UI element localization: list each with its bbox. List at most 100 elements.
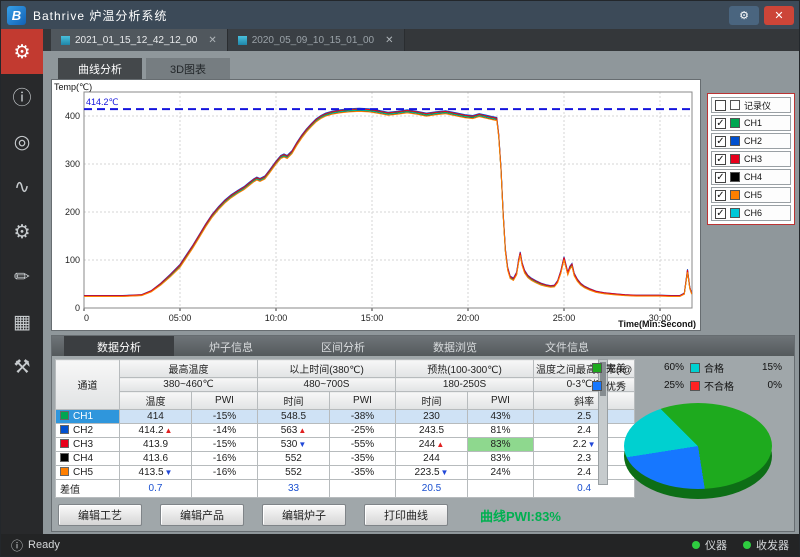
- view-tab-curve-analysis[interactable]: 曲线分析: [58, 58, 142, 80]
- legend-item-CH1[interactable]: ✓CH1: [711, 115, 791, 131]
- channel-color-swatch: [60, 453, 69, 462]
- col-group-range: 380~460℃: [120, 378, 258, 392]
- svg-text:0: 0: [84, 313, 89, 323]
- arrow-down-icon: ▼: [441, 468, 449, 477]
- status-item-label: 收发器: [756, 537, 789, 553]
- value-cell: -14%: [192, 424, 258, 438]
- sidebar-item-chip-icon[interactable]: ▦: [1, 299, 43, 344]
- curve-pwi-label: 曲线PWI:83%: [480, 506, 561, 525]
- button-编辑产品[interactable]: 编辑产品: [160, 504, 244, 526]
- checkbox-icon[interactable]: ✓: [715, 154, 726, 165]
- file-tab[interactable]: 2020_05_09_10_15_01_00✕: [228, 29, 405, 51]
- channel-cell: CH3: [56, 438, 120, 452]
- value-cell: -38%: [330, 410, 396, 424]
- titlebar-close-button[interactable]: ✕: [764, 6, 794, 25]
- svg-text:Temp(℃): Temp(℃): [54, 82, 92, 92]
- analysis-tab[interactable]: 区间分析: [288, 336, 398, 356]
- channel-color-swatch: [60, 425, 69, 434]
- legend-item-CH6[interactable]: ✓ CH6: [711, 205, 791, 221]
- curve-file-icon: [61, 36, 70, 45]
- col-header: 时间: [396, 392, 468, 410]
- table-row[interactable]: CH3413.9-15%530▼-55%244▲83%2.2▼: [56, 438, 635, 452]
- checkbox-icon[interactable]: ✓: [715, 190, 726, 201]
- analysis-tab[interactable]: 文件信息: [512, 336, 622, 356]
- col-group-title: 以上时间(380℃): [258, 360, 396, 378]
- edit-icon: ✏: [14, 266, 30, 288]
- wireless-icon: ◎: [14, 131, 31, 153]
- status-ok-icon: [743, 541, 751, 549]
- table-row[interactable]: CH1414-15%548.5-38%23043%2.5: [56, 410, 635, 424]
- titlebar-settings-button[interactable]: ⚙: [729, 6, 759, 25]
- sidebar-item-edit-icon[interactable]: ✏: [1, 254, 43, 299]
- channel-color-swatch: [60, 411, 69, 420]
- sidebar-item-wireless-icon[interactable]: ◎: [1, 119, 43, 164]
- svg-text:300: 300: [65, 159, 80, 169]
- sidebar-item-settings-icon[interactable]: ⚙: [1, 209, 43, 254]
- value-cell: 223.5▼: [396, 466, 468, 480]
- legend-item-记录仪[interactable]: 记录仪: [711, 97, 791, 113]
- checkbox-icon[interactable]: ✓: [715, 136, 726, 147]
- analysis-tab[interactable]: 数据浏览: [400, 336, 510, 356]
- pie-legend-item-合格: 合格15%: [690, 360, 782, 375]
- checkbox-icon[interactable]: [715, 100, 726, 111]
- sidebar-item-info-icon[interactable]: ⓘ: [1, 74, 43, 119]
- legend-item-CH3[interactable]: ✓CH3: [711, 151, 791, 167]
- pwi-summary: 完美60%合格15%优秀25%不合格0%: [578, 360, 792, 499]
- value-cell: -25%: [330, 424, 396, 438]
- sidebar-item-furnace-settings-icon[interactable]: ⚙: [1, 29, 43, 74]
- channel-color-swatch: [60, 467, 69, 476]
- pie-color-swatch: [592, 381, 602, 391]
- file-tab[interactable]: 2021_01_15_12_42_12_00✕: [51, 29, 228, 51]
- checkbox-icon[interactable]: ✓: [715, 118, 726, 129]
- pie-legend-label: 完美: [606, 360, 626, 375]
- legend-item-CH5[interactable]: ✓CH5: [711, 187, 791, 203]
- value-cell: 230: [396, 410, 468, 424]
- col-header: PWI: [192, 392, 258, 410]
- sidebar-item-tools-icon[interactable]: ⚒: [1, 344, 43, 389]
- pie-legend-item-完美: 完美60%: [592, 360, 684, 375]
- col-group-title: 最高温度: [120, 360, 258, 378]
- tools-icon: ⚒: [13, 356, 30, 378]
- pie-legend-value: 0%: [768, 380, 782, 391]
- table-row[interactable]: 差值0.73320.50.4: [56, 480, 635, 498]
- table-row[interactable]: CH4413.6-16%552-35%24483%2.3: [56, 452, 635, 466]
- value-cell: 413.9: [120, 438, 192, 452]
- value-cell: 81%: [468, 424, 534, 438]
- pwi-pie-chart: [624, 403, 772, 499]
- app-logo-icon: B: [7, 6, 26, 25]
- channel-color-swatch: [730, 100, 740, 110]
- channel-color-swatch: [730, 172, 740, 182]
- bottom-panel: 数据分析炉子信息区间分析数据浏览文件信息 通道最高温度以上时间(380℃)预热(…: [51, 335, 795, 532]
- button-打印曲线[interactable]: 打印曲线: [364, 504, 448, 526]
- pie-legend-label: 不合格: [704, 378, 734, 393]
- value-cell: 563▲: [258, 424, 330, 438]
- channel-color-swatch: [730, 118, 740, 128]
- pie-legend-label: 合格: [704, 360, 724, 375]
- value-cell: [468, 480, 534, 498]
- analysis-tab[interactable]: 数据分析: [64, 336, 174, 356]
- legend-item-CH2[interactable]: ✓ CH2: [711, 133, 791, 149]
- checkbox-icon[interactable]: ✓: [715, 172, 726, 183]
- table-row[interactable]: CH2414.2▲-14%563▲-25%243.581%2.4: [56, 424, 635, 438]
- value-cell: 24%: [468, 466, 534, 480]
- channel-color-swatch: [730, 154, 740, 164]
- sidebar-item-curve-icon[interactable]: ∿: [1, 164, 43, 209]
- pie-legend-value: 25%: [664, 380, 684, 391]
- tab-close-icon[interactable]: ✕: [385, 35, 393, 46]
- footer-buttons: 编辑工艺编辑产品编辑炉子打印曲线 曲线PWI:83%: [58, 504, 561, 526]
- checkbox-icon[interactable]: ✓: [715, 208, 726, 219]
- legend-label: CH6: [744, 208, 762, 218]
- legend-item-CH4[interactable]: ✓CH4: [711, 169, 791, 185]
- tab-close-icon[interactable]: ✕: [208, 35, 216, 46]
- legend-label: CH2: [744, 136, 762, 146]
- arrow-down-icon: ▼: [298, 440, 306, 449]
- value-cell: -16%: [192, 466, 258, 480]
- svg-text:414.2℃: 414.2℃: [86, 97, 119, 107]
- close-icon: ✕: [774, 9, 783, 22]
- button-编辑工艺[interactable]: 编辑工艺: [58, 504, 142, 526]
- button-编辑炉子[interactable]: 编辑炉子: [262, 504, 346, 526]
- analysis-tab[interactable]: 炉子信息: [176, 336, 286, 356]
- view-tab-3d-chart[interactable]: 3D图表: [146, 58, 230, 80]
- table-row[interactable]: CH5413.5▼-16%552-35%223.5▼24%2.4: [56, 466, 635, 480]
- status-item-label: 仪器: [705, 537, 727, 553]
